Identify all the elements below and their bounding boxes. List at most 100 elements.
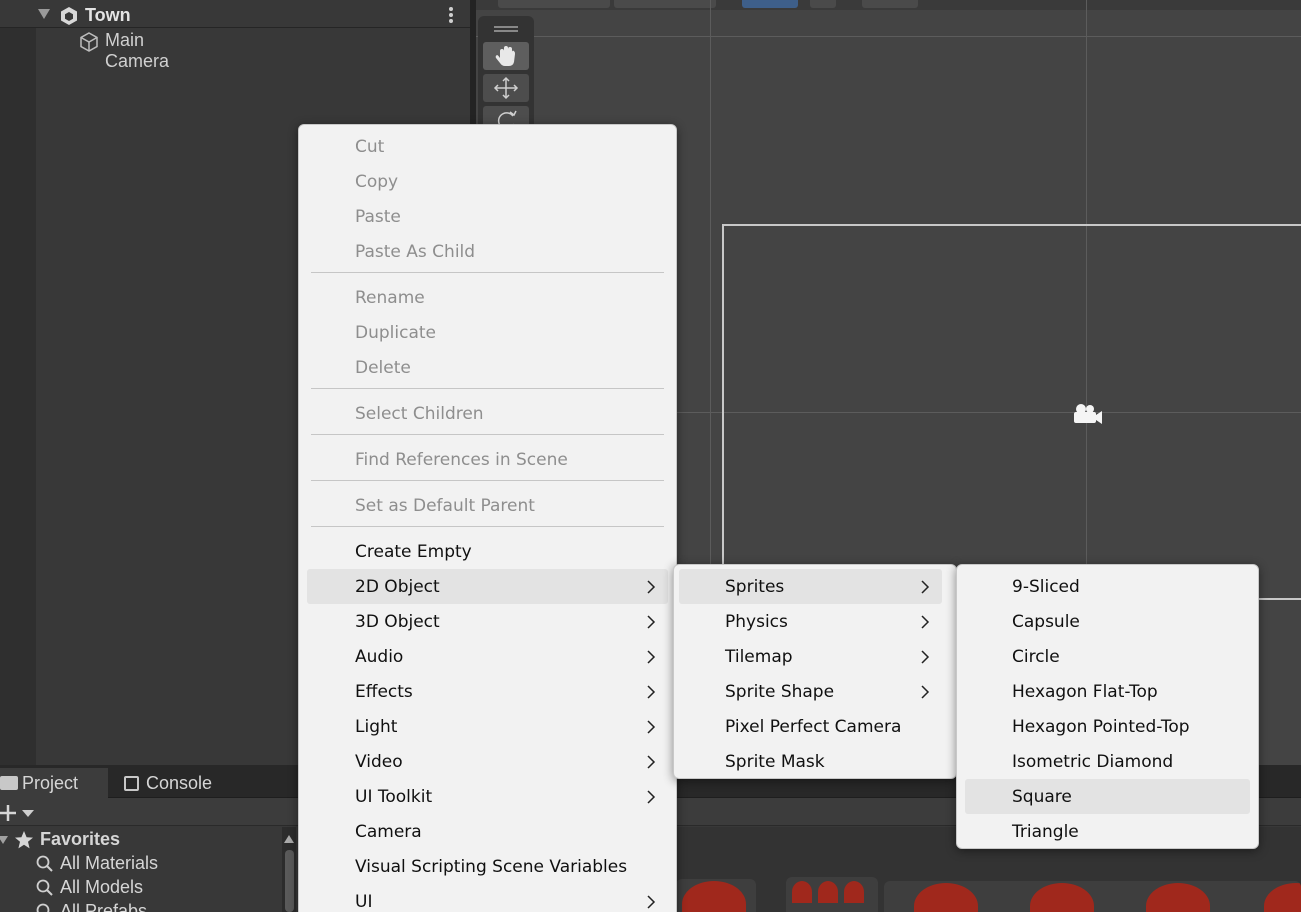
hand-tool-button[interactable] — [483, 42, 529, 70]
menu-item-video[interactable]: Video — [307, 744, 668, 779]
asset-thumbnail[interactable] — [786, 877, 878, 912]
hierarchy-context-menu: Cut Copy Paste Paste As Child Rename Dup… — [298, 124, 677, 912]
menu-separator — [311, 272, 664, 273]
move-tool-button[interactable] — [483, 74, 529, 102]
plus-icon[interactable] — [0, 803, 20, 823]
expand-caret-icon[interactable] — [0, 836, 8, 844]
saved-search-label: All Materials — [60, 853, 159, 873]
menu-item-label: Light — [355, 717, 398, 737]
toolbar-toggle[interactable] — [862, 0, 918, 8]
menu-item-isometric-diamond[interactable]: Isometric Diamond — [965, 744, 1250, 779]
menu-item-label: 9-Sliced — [1012, 577, 1080, 597]
drag-handle-icon[interactable] — [494, 26, 518, 28]
menu-item-visual-scripting[interactable]: Visual Scripting Scene Variables — [307, 849, 668, 884]
menu-item-sprites[interactable]: Sprites — [679, 569, 942, 604]
menu-item-2d-object[interactable]: 2D Object — [307, 569, 668, 604]
menu-item-sprite-shape[interactable]: Sprite Shape — [679, 674, 942, 709]
scrollbar-thumb[interactable] — [285, 850, 294, 912]
menu-item-label: Circle — [1012, 647, 1060, 667]
menu-item-label: UI — [355, 892, 373, 912]
kebab-menu-icon[interactable] — [448, 6, 454, 24]
menu-item-set-default-parent: Set as Default Parent — [307, 488, 668, 523]
menu-item-label: 3D Object — [355, 612, 440, 632]
scroll-up-arrow-icon[interactable] — [284, 835, 294, 843]
menu-item-cut: Cut — [307, 129, 668, 164]
hierarchy-gutter — [0, 28, 36, 765]
camera-gizmo-icon[interactable] — [1070, 402, 1104, 426]
menu-item-tilemap[interactable]: Tilemap — [679, 639, 942, 674]
toolbar-toggle[interactable] — [810, 0, 836, 8]
menu-item-paste-as-child: Paste As Child — [307, 234, 668, 269]
toolbar-dropdown[interactable] — [498, 0, 610, 8]
menu-item-camera[interactable]: Camera — [307, 814, 668, 849]
menu-item-label: Cut — [355, 137, 385, 157]
menu-item-rename: Rename — [307, 280, 668, 315]
chevron-right-icon — [921, 580, 930, 594]
menu-item-label: Duplicate — [355, 323, 436, 343]
chevron-right-icon — [921, 615, 930, 629]
tab-project[interactable]: Project — [0, 768, 108, 798]
menu-separator — [311, 480, 664, 481]
menu-item-label: Copy — [355, 172, 399, 192]
menu-item-circle[interactable]: Circle — [965, 639, 1250, 674]
menu-item-label: Video — [355, 752, 403, 772]
chevron-down-icon[interactable] — [22, 810, 34, 817]
menu-item-label: Sprite Shape — [725, 682, 835, 702]
menu-item-pixel-perfect-camera[interactable]: Pixel Perfect Camera — [679, 709, 942, 744]
menu-item-label: Create Empty — [355, 542, 472, 562]
menu-item-capsule[interactable]: Capsule — [965, 604, 1250, 639]
menu-item-label: Isometric Diamond — [1012, 752, 1174, 772]
chevron-right-icon — [647, 650, 656, 664]
menu-item-label: Pixel Perfect Camera — [725, 717, 902, 737]
expand-caret-icon[interactable] — [38, 9, 50, 19]
scene-row-town[interactable]: Town — [0, 2, 470, 28]
scene-name: Town — [85, 5, 131, 25]
favorites-label: Favorites — [40, 829, 121, 849]
menu-item-triangle[interactable]: Triangle — [965, 814, 1250, 849]
menu-item-3d-object[interactable]: 3D Object — [307, 604, 668, 639]
menu-separator — [311, 434, 664, 435]
menu-item-audio[interactable]: Audio — [307, 639, 668, 674]
tab-console[interactable]: Console — [110, 768, 250, 798]
menu-item-sprite-mask[interactable]: Sprite Mask — [679, 744, 942, 779]
tool-palette — [478, 16, 534, 134]
saved-search-label: All Models — [60, 877, 144, 897]
menu-item-physics[interactable]: Physics — [679, 604, 942, 639]
menu-separator — [311, 526, 664, 527]
menu-item-label: Triangle — [1012, 822, 1079, 842]
toolbar-dropdown[interactable] — [614, 0, 716, 8]
menu-item-delete: Delete — [307, 350, 668, 385]
camera-bounds-frame — [722, 224, 1301, 600]
star-icon — [15, 831, 33, 849]
search-icon — [36, 879, 53, 896]
menu-item-hexagon-pointed-top[interactable]: Hexagon Pointed-Top — [965, 709, 1250, 744]
toolbar-toggle[interactable] — [742, 0, 798, 8]
menu-item-label: Set as Default Parent — [355, 496, 535, 516]
menu-item-hexagon-flat-top[interactable]: Hexagon Flat-Top — [965, 674, 1250, 709]
menu-item-square[interactable]: Square — [965, 779, 1250, 814]
menu-item-create-empty[interactable]: Create Empty — [307, 534, 668, 569]
menu-item-label: Tilemap — [725, 647, 793, 667]
submenu-2d-object: Sprites Physics Tilemap Sprite Shape Pix… — [673, 564, 957, 779]
search-icon — [36, 855, 53, 872]
chevron-right-icon — [647, 755, 656, 769]
menu-item-label: Sprite Mask — [725, 752, 825, 772]
menu-item-ui[interactable]: UI — [307, 884, 668, 912]
asset-thumbnail[interactable] — [884, 881, 1301, 912]
asset-thumbnail[interactable] — [676, 879, 756, 912]
menu-item-ui-toolkit[interactable]: UI Toolkit — [307, 779, 668, 814]
menu-item-label: 2D Object — [355, 577, 440, 597]
menu-item-light[interactable]: Light — [307, 709, 668, 744]
menu-item-paste: Paste — [307, 199, 668, 234]
hierarchy-item-label: Main Camera — [105, 30, 170, 71]
chevron-right-icon — [647, 580, 656, 594]
chevron-right-icon — [647, 720, 656, 734]
menu-item-find-references: Find References in Scene — [307, 442, 668, 477]
menu-item-effects[interactable]: Effects — [307, 674, 668, 709]
folder-icon — [0, 776, 18, 790]
menu-item-label: Hexagon Pointed-Top — [1012, 717, 1190, 737]
chevron-right-icon — [647, 895, 656, 909]
menu-item-label: Camera — [355, 822, 422, 842]
menu-item-label: Sprites — [725, 577, 785, 597]
menu-item-9-sliced[interactable]: 9-Sliced — [965, 569, 1250, 604]
